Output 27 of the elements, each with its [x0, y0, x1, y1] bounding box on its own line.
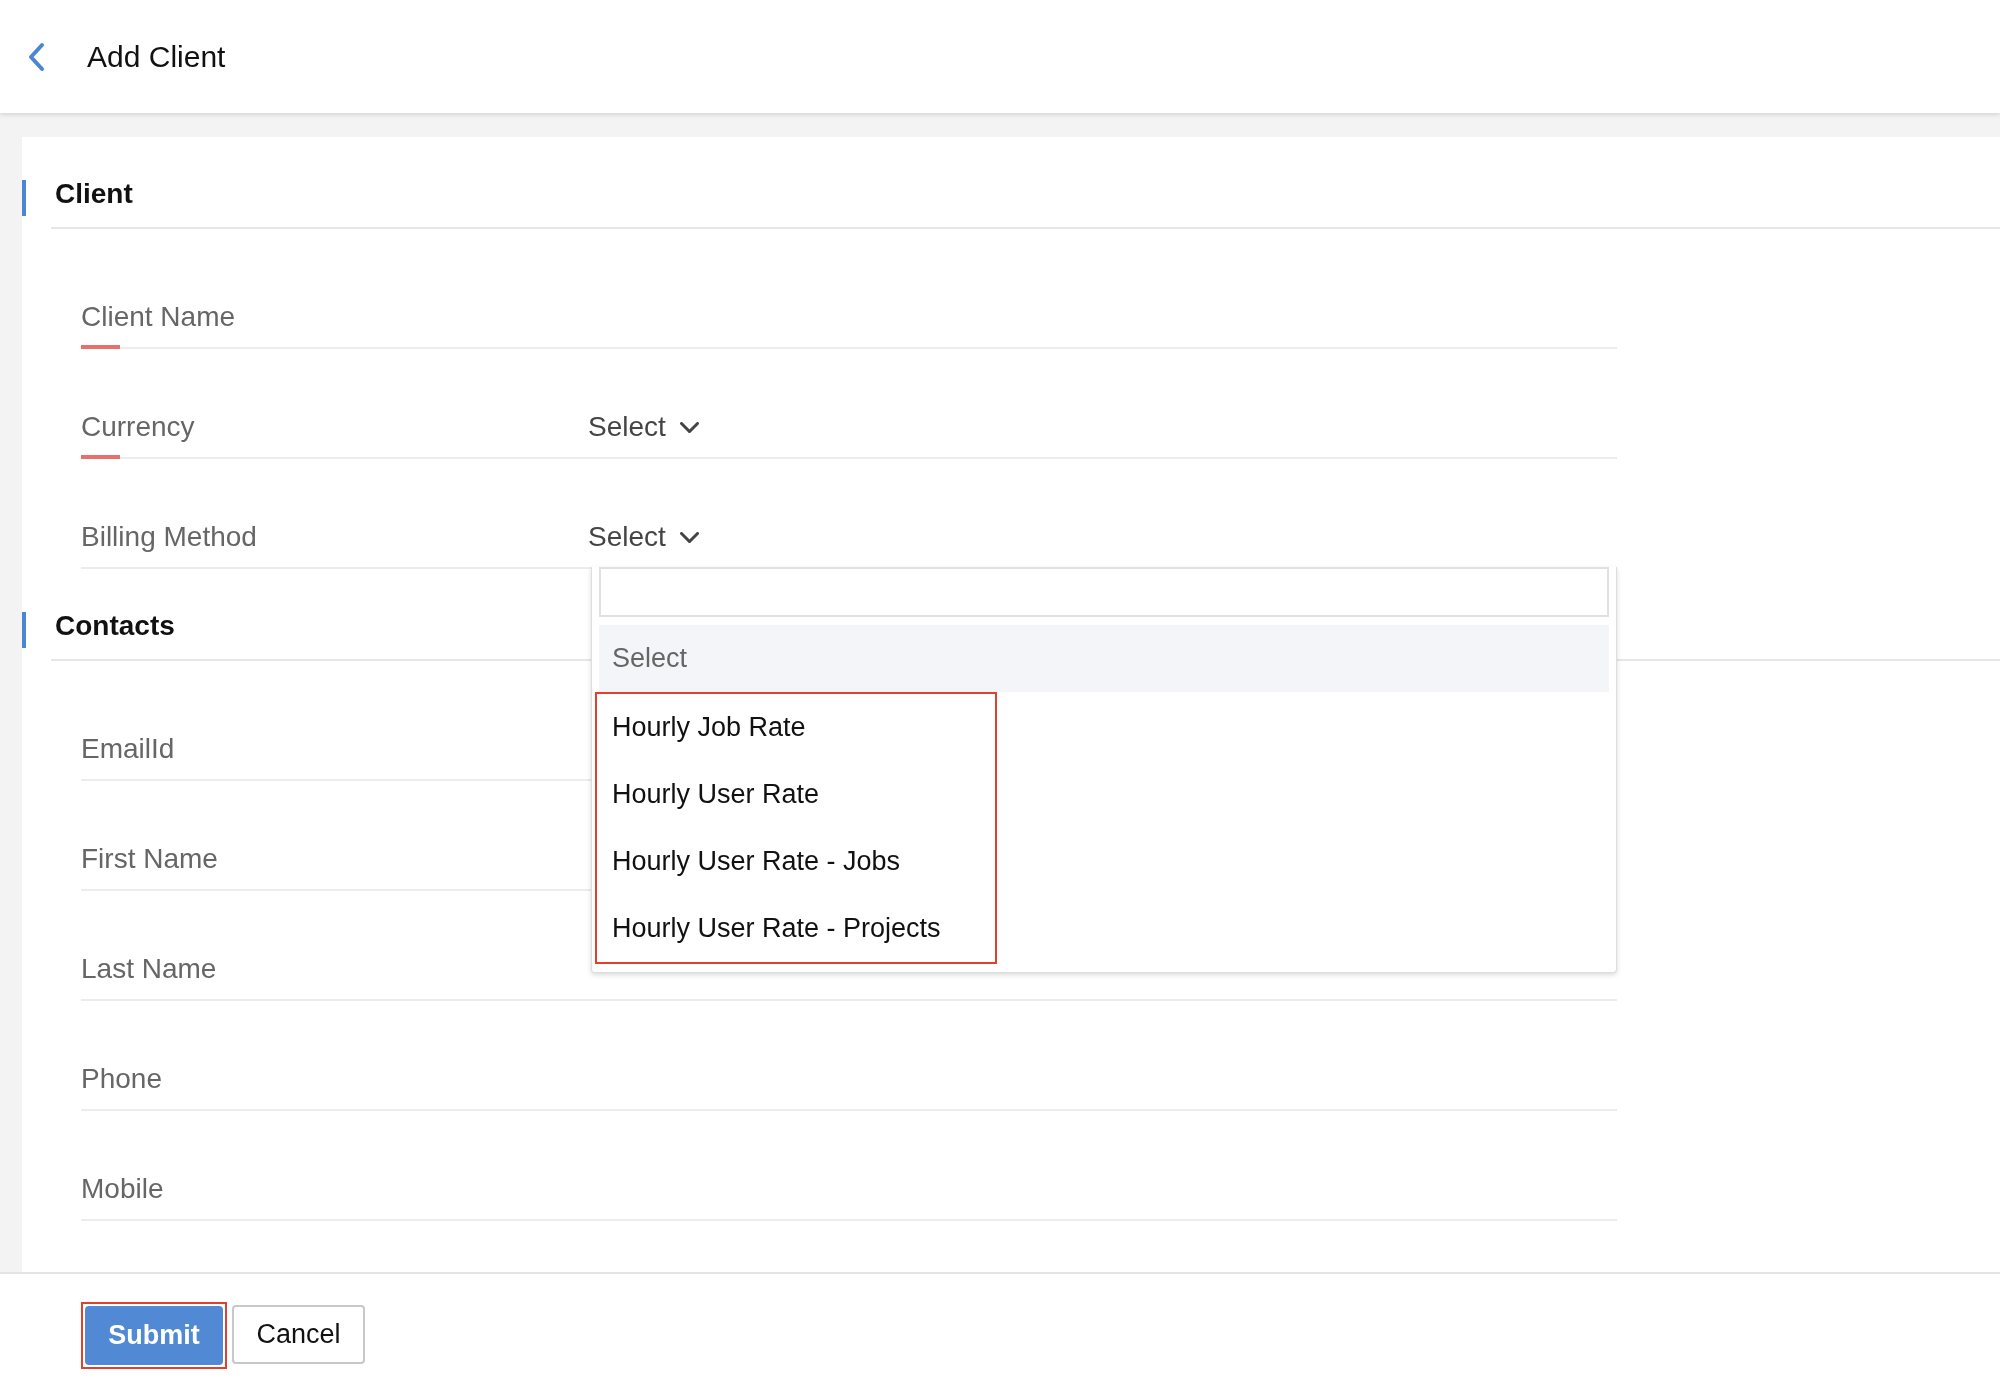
dropdown-option[interactable]: Hourly Job Rate — [601, 694, 995, 761]
back-icon — [26, 41, 46, 72]
dropdown-option[interactable]: Select — [599, 625, 1609, 692]
chevron-down-icon — [679, 421, 699, 433]
field-label: First Name — [81, 843, 219, 875]
chevron-down-icon — [679, 531, 699, 543]
field-label: Currency — [81, 411, 196, 443]
page-title: Add Client — [87, 39, 226, 74]
section-title: Contacts — [55, 610, 175, 642]
field-label: Last Name — [81, 953, 218, 985]
field-label: Phone — [81, 1063, 163, 1095]
field-label: Mobile — [81, 1173, 165, 1205]
field-label: Client Name — [81, 301, 237, 333]
dropdown-option[interactable]: Hourly User Rate - Projects — [601, 895, 995, 962]
select-dropdown[interactable]: Select — [588, 521, 699, 553]
back-button[interactable] — [26, 41, 46, 72]
dropdown-search-field[interactable] — [599, 567, 1609, 617]
dropdown-option[interactable]: Hourly User Rate - Jobs — [601, 828, 995, 895]
field-label: EmailId — [81, 733, 176, 765]
field-label: Billing Method — [81, 521, 258, 553]
select-dropdown[interactable]: Select — [588, 411, 699, 443]
submit-button[interactable]: Submit — [85, 1306, 223, 1365]
section-accent-bar — [22, 612, 26, 648]
dropdown-option[interactable]: Hourly User Rate — [601, 761, 995, 828]
section-title: Client — [55, 178, 133, 210]
section-accent-bar — [22, 180, 26, 216]
cancel-button[interactable]: Cancel — [232, 1305, 365, 1364]
